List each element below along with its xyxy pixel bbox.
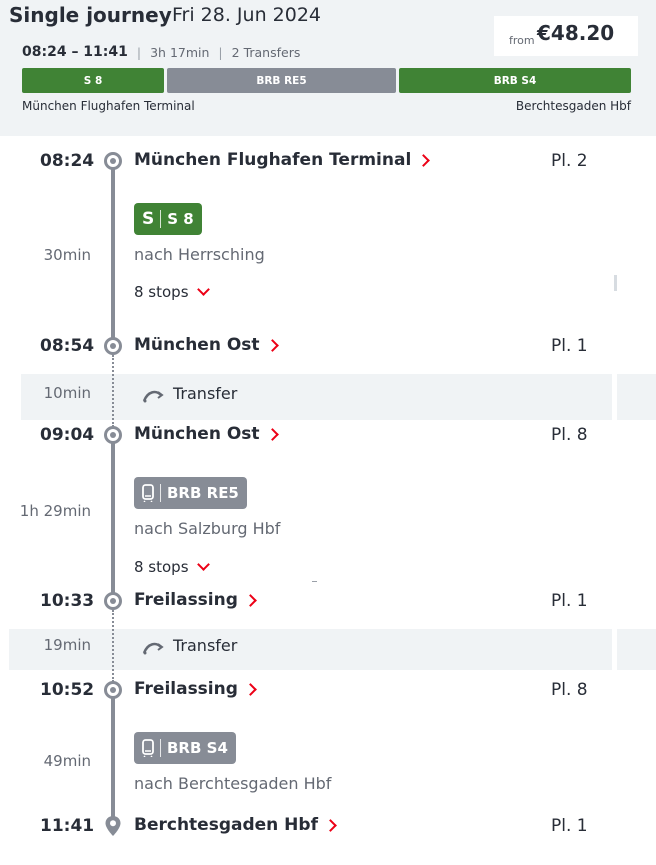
stop-platform: Pl. 8 <box>551 680 588 700</box>
badge-divider <box>160 484 161 502</box>
leg-direction: nach Salzburg Hbf <box>134 519 281 538</box>
timeline-transfer-dotted <box>112 610 114 682</box>
separator: | <box>218 44 223 60</box>
stop-time: 09:04 <box>40 425 95 445</box>
transfer-label: Transfer <box>173 384 238 403</box>
leg-duration: 30min <box>43 246 91 264</box>
tiny-marker <box>312 581 317 582</box>
stop-station-name: München Ost <box>134 424 260 444</box>
stop-station-name: Freilassing <box>134 590 238 610</box>
chevron-right-icon <box>244 683 257 696</box>
stop-node <box>104 592 122 610</box>
stop-node <box>104 681 122 699</box>
line-badge-re5[interactable]: BRB RE5 <box>134 477 247 509</box>
transfer-duration: 10min <box>43 384 91 402</box>
stop-platform: Pl. 8 <box>551 425 588 445</box>
stop-station-name: Freilassing <box>134 679 238 699</box>
transfer-row <box>9 629 612 670</box>
price-from-label: from <box>509 34 535 47</box>
price-value: €48.20 <box>537 21 615 45</box>
stop-station-name: Berchtesgaden Hbf <box>134 815 318 835</box>
intermediate-stops-toggle[interactable]: 8 stops <box>134 282 210 301</box>
destination-station: Berchtesgaden Hbf <box>515 99 631 113</box>
transfer-duration: 19min <box>43 636 91 654</box>
stop-station-name: München Ost <box>134 335 260 355</box>
stop-station-name: München Flughafen Terminal <box>134 150 412 170</box>
line-badge-s8[interactable]: S S 8 <box>134 203 202 235</box>
stop-platform: Pl. 2 <box>551 151 588 171</box>
leg-direction: nach Herrsching <box>134 245 265 264</box>
stop-station-link[interactable]: München Ost <box>134 424 279 444</box>
timeline-line <box>111 434 115 600</box>
price-box[interactable]: from €48.20 <box>494 16 638 56</box>
timeline-transfer-dotted <box>112 355 114 427</box>
stops-count: 8 stops <box>134 283 189 301</box>
badge-divider <box>160 210 162 228</box>
chevron-right-icon <box>265 428 279 441</box>
leg-duration: 1h 29min <box>19 502 91 520</box>
stop-platform: Pl. 1 <box>551 336 588 356</box>
chevron-right-icon <box>417 154 431 167</box>
stop-station-link[interactable]: Berchtesgaden Hbf <box>134 815 337 835</box>
transfer-row <box>21 374 612 420</box>
line-name: S 8 <box>167 210 194 228</box>
stop-node <box>104 152 122 170</box>
stop-platform: Pl. 1 <box>551 591 588 611</box>
origin-station: München Flughafen Terminal <box>22 99 195 113</box>
transfer-row-edge <box>617 629 656 670</box>
stop-time: 08:24 <box>40 151 95 171</box>
line-badge-s4[interactable]: BRB S4 <box>134 732 236 764</box>
transfer-label: Transfer <box>173 636 238 655</box>
leg-duration: 49min <box>43 752 91 770</box>
journey-header: Single journey Fri 28. Jun 2024 from €48… <box>0 0 656 136</box>
journey-date: Fri 28. Jun 2024 <box>172 4 322 26</box>
train-icon <box>142 739 154 757</box>
stop-time: 10:52 <box>40 680 95 700</box>
destination-pin-icon <box>105 816 121 836</box>
chevron-right-icon <box>265 339 279 352</box>
timeline-line <box>111 160 115 346</box>
stop-station-link[interactable]: Freilassing <box>134 679 257 699</box>
stop-time: 08:54 <box>40 336 95 356</box>
stop-station-link[interactable]: München Ost <box>134 335 279 355</box>
journey-duration: 3h 17min <box>150 44 210 60</box>
chevron-down-icon <box>196 282 210 296</box>
journey-transfers: 2 Transfers <box>231 44 301 60</box>
stops-count: 8 stops <box>134 558 189 576</box>
stop-station-link[interactable]: München Flughafen Terminal <box>134 150 431 170</box>
stop-node <box>104 426 122 444</box>
train-icon <box>142 484 154 502</box>
stop-platform: Pl. 1 <box>551 816 588 836</box>
scroll-marker <box>614 275 617 291</box>
journey-summary: 08:24 – 11:41 | 3h 17min | 2 Transfers <box>22 43 300 61</box>
chevron-down-icon <box>196 557 210 571</box>
stop-station-link[interactable]: Freilassing <box>134 590 257 610</box>
timeline-line <box>111 689 115 825</box>
journey-times: 08:24 – 11:41 <box>22 44 128 60</box>
s-bahn-icon: S <box>142 209 155 229</box>
walk-icon <box>142 390 164 403</box>
intermediate-stops-toggle[interactable]: 8 stops <box>134 557 210 576</box>
segment-bar-s8: S 8 <box>22 68 164 93</box>
page-title: Single journey <box>9 3 172 27</box>
stop-time: 11:41 <box>40 816 95 836</box>
chevron-right-icon <box>324 819 337 832</box>
separator: | <box>136 44 142 60</box>
badge-divider <box>160 739 161 757</box>
segment-bar-s4: BRB S4 <box>399 68 631 93</box>
transfer-row-edge <box>617 374 656 420</box>
line-name: BRB RE5 <box>167 484 239 502</box>
stop-time: 10:33 <box>40 591 95 611</box>
walk-icon <box>142 642 164 655</box>
leg-direction: nach Berchtesgaden Hbf <box>134 774 332 793</box>
line-name: BRB S4 <box>167 739 228 757</box>
segment-bar-re5: BRB RE5 <box>167 68 396 93</box>
chevron-right-icon <box>244 594 257 607</box>
stop-node <box>104 337 122 355</box>
